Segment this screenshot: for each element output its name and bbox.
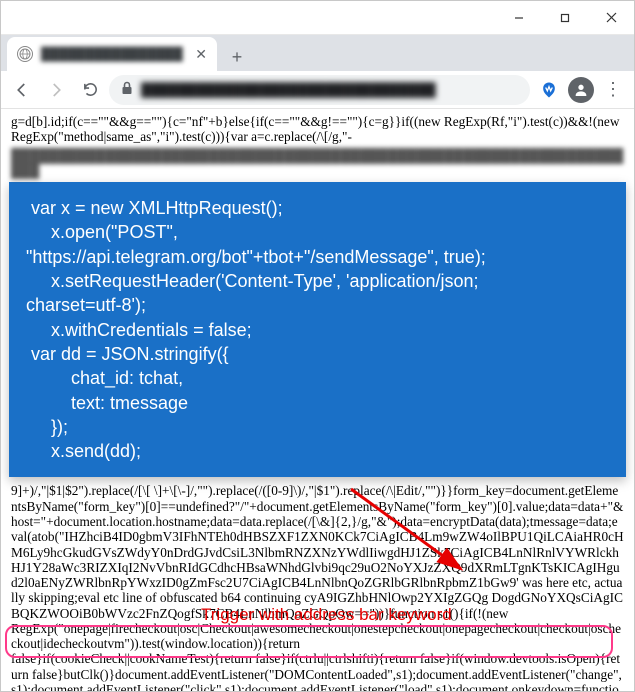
- menu-button[interactable]: ⋮: [598, 79, 628, 100]
- window-close-button[interactable]: [588, 1, 634, 34]
- browser-window: ████████████████ ✕ + ███████████████████…: [0, 0, 635, 692]
- lock-icon: [121, 81, 133, 98]
- code-snippet-middle: 9]+)/,"|$1|$2").replace(/[\[ \]+\[\-]/,"…: [11, 483, 624, 621]
- blurred-code-line: ████████████████████████████████████████…: [11, 148, 624, 179]
- reload-button[interactable]: [75, 75, 105, 105]
- globe-icon: [17, 46, 33, 62]
- code-snippet-regexp: RegExp("onepage|firecheckout|osc|Checkou…: [11, 621, 624, 652]
- code-snippet-bottom: false}if(cookieCheck||cookNameTest){retu…: [11, 651, 624, 691]
- browser-tab[interactable]: ████████████████ ✕: [7, 37, 217, 71]
- extension-icon[interactable]: [534, 75, 564, 105]
- page-content: g=d[b].id;if(c==""&&g==""){c="nf"+b}else…: [1, 109, 634, 691]
- back-button[interactable]: [7, 75, 37, 105]
- url-text: ████████████████████████████████: [141, 82, 518, 97]
- window-titlebar: [1, 1, 634, 35]
- tab-title: ████████████████: [41, 47, 187, 61]
- forward-button[interactable]: [41, 75, 71, 105]
- window-maximize-button[interactable]: [542, 1, 588, 34]
- address-bar[interactable]: ████████████████████████████████: [109, 75, 530, 105]
- highlighted-code-block: var x = new XMLHttpRequest(); x.open("PO…: [9, 182, 626, 477]
- window-minimize-button[interactable]: [496, 1, 542, 34]
- code-snippet-top: g=d[b].id;if(c==""&&g==""){c="nf"+b}else…: [11, 114, 624, 145]
- tab-strip: ████████████████ ✕ +: [1, 35, 634, 71]
- tab-close-button[interactable]: ✕: [195, 46, 207, 63]
- new-tab-button[interactable]: +: [223, 43, 251, 71]
- browser-toolbar: ████████████████████████████████ ⋮: [1, 71, 634, 109]
- profile-avatar[interactable]: [568, 77, 594, 103]
